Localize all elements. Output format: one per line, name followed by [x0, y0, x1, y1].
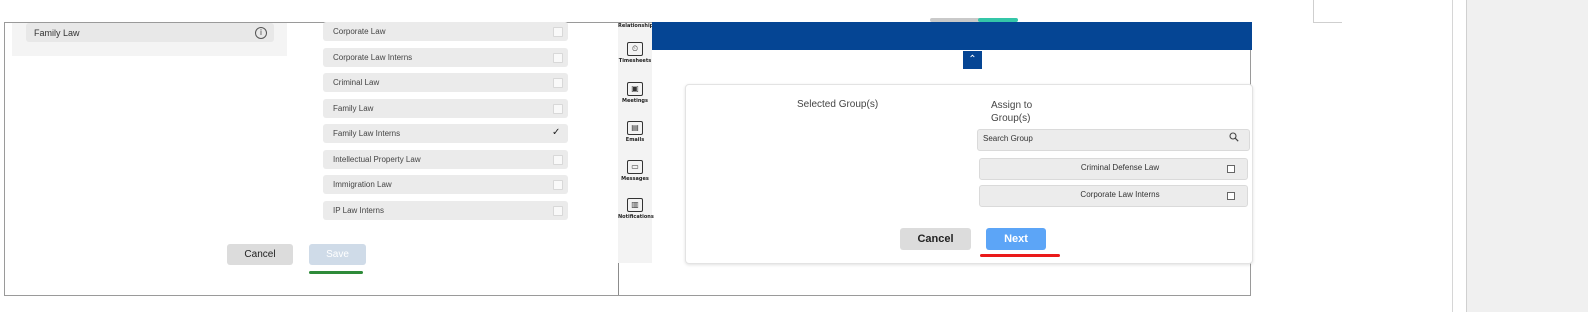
side-nav-item[interactable]: ▭ Messages: [618, 160, 652, 182]
cancel-button[interactable]: Cancel: [900, 228, 971, 250]
group-option-checkbox[interactable]: [1227, 192, 1235, 200]
group-option-label: Criminal Defense Law: [1080, 163, 1160, 172]
collapse-button[interactable]: ⌃: [963, 51, 982, 69]
search-placeholder: Search Group: [983, 134, 1033, 143]
group-row-label: Family Law Interns: [333, 129, 401, 138]
side-nav-label: Emails: [625, 137, 645, 143]
group-row-label: Corporate Law Interns: [333, 53, 413, 62]
group-row-label: Intellectual Property Law: [333, 155, 421, 164]
group-row-label: Corporate Law: [333, 27, 386, 36]
group-checkbox[interactable]: [553, 155, 563, 165]
group-checkbox[interactable]: [553, 53, 563, 63]
side-nav-label: Meetings: [622, 98, 648, 104]
side-nav-label: Notifications: [618, 214, 654, 220]
right-gutter: [1466, 0, 1588, 312]
notifications-icon: ▥: [627, 198, 643, 212]
side-nav-item[interactable]: ▤ Emails: [618, 121, 652, 143]
side-nav-item[interactable]: ▥ Notifications: [618, 198, 654, 220]
group-row-label: Family Law: [333, 104, 374, 113]
side-nav-item[interactable]: ⏲ Timesheets: [618, 42, 652, 64]
corner-mark: [1313, 0, 1342, 23]
group-checkbox[interactable]: [553, 104, 563, 114]
selected-groups-heading: Selected Group(s): [797, 99, 879, 110]
save-highlight-underline: [309, 271, 363, 274]
group-option-checkbox[interactable]: [1227, 165, 1235, 173]
next-button[interactable]: Next: [986, 228, 1046, 250]
group-row-label: IP Law Interns: [333, 206, 384, 215]
info-icon[interactable]: i: [255, 27, 267, 39]
emails-icon: ▤: [627, 121, 643, 135]
assign-groups-heading: Assign to Group(s): [991, 100, 1033, 124]
group-checkbox[interactable]: [553, 27, 563, 37]
side-nav-item[interactable]: Relationships: [618, 23, 657, 29]
checkmark-icon[interactable]: ✓: [552, 128, 560, 138]
cancel-button[interactable]: Cancel: [227, 244, 293, 265]
selected-group-label: Family Law: [34, 28, 80, 38]
side-nav-label: Messages: [621, 176, 649, 182]
group-checkbox[interactable]: [553, 180, 563, 190]
header-bar: [652, 22, 1252, 50]
group-row-label: Immigration Law: [333, 180, 392, 189]
save-button[interactable]: Save: [309, 244, 366, 265]
next-highlight-underline: [980, 254, 1060, 257]
search-icon[interactable]: [1229, 132, 1239, 142]
group-checkbox[interactable]: [553, 206, 563, 216]
side-nav-label: Timesheets: [618, 58, 652, 64]
group-row-label: Criminal Law: [333, 78, 380, 87]
group-checkbox[interactable]: [553, 78, 563, 88]
window-divider: [1452, 0, 1453, 312]
meetings-icon: ▣: [627, 82, 643, 96]
timesheets-icon: ⏲: [627, 42, 643, 56]
side-nav-item[interactable]: ▣ Meetings: [618, 82, 652, 104]
messages-icon: ▭: [627, 160, 643, 174]
group-option-label: Corporate Law Interns: [1080, 190, 1160, 199]
side-nav-label: Relationships: [618, 23, 657, 29]
